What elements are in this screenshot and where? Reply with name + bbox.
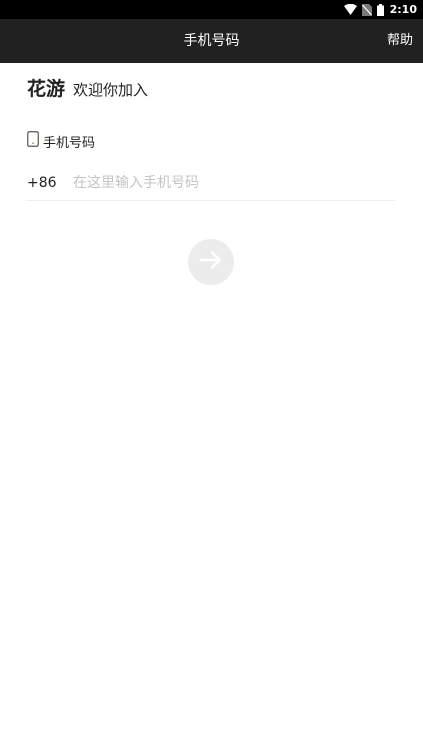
next-button[interactable] (188, 239, 234, 285)
country-code[interactable]: +86 (27, 175, 73, 191)
status-icons: 2:10 (339, 2, 417, 17)
no-sim-icon (361, 3, 372, 16)
phone-icon (27, 131, 39, 151)
nav-bar: 手机号码 帮助 (0, 19, 423, 63)
welcome-text: 欢迎你加入 (73, 81, 149, 99)
wifi-icon (343, 4, 357, 15)
phone-input-row: +86 (27, 166, 396, 201)
page-title: 手机号码 (183, 33, 240, 49)
phone-field-label: 手机号码 (27, 131, 95, 151)
brand-name: 花游 (27, 78, 66, 100)
welcome-header: 花游 欢迎你加入 (27, 74, 148, 104)
login-screen: 2:10 手机号码 帮助 花游 欢迎你加入 手机号码 +86 (0, 0, 423, 753)
phone-label-text: 手机号码 (43, 135, 96, 151)
help-button[interactable]: 帮助 (387, 19, 413, 63)
battery-icon (376, 3, 384, 16)
status-time: 2:10 (389, 3, 417, 16)
arrow-right-icon (199, 250, 223, 274)
status-bar: 2:10 (0, 0, 423, 19)
phone-input[interactable] (73, 175, 396, 191)
